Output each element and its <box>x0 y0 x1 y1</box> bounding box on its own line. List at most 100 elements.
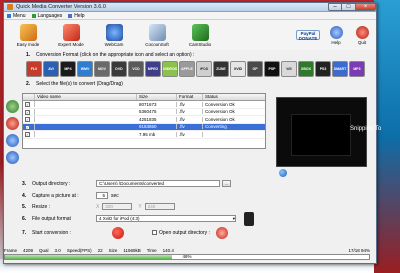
format-wii-icon[interactable]: WII <box>281 61 297 77</box>
play-icon[interactable] <box>279 169 287 177</box>
minimize-button[interactable]: – <box>328 3 342 11</box>
format-vcd-icon[interactable]: VCD <box>128 61 144 77</box>
expert-mode-button[interactable]: Expert Mode <box>51 23 91 47</box>
row-size: 5360475 <box>137 109 177 115</box>
format-ipod-icon[interactable]: iPOD <box>196 61 212 77</box>
table-row[interactable]: ✓ 5360475 .flv Conversion Ok <box>23 108 265 116</box>
format-mp3-icon[interactable]: MP3 <box>349 61 365 77</box>
file-settings-icon[interactable] <box>6 134 19 147</box>
row-format: .flv <box>177 116 203 122</box>
file-count: 17/18 94% <box>348 247 370 253</box>
format-mp4-icon[interactable]: MP4 <box>60 61 76 77</box>
power-icon <box>355 25 369 39</box>
row-size: 7.95 mb <box>137 131 177 137</box>
frame-label: Frame <box>4 247 18 253</box>
table-row[interactable]: ✓ 8071673 .flv Conversion Ok <box>23 101 265 109</box>
step2-label: Select the file(s) to convert (Drag/Drag… <box>36 80 123 87</box>
header-check <box>23 94 35 100</box>
format-xbox-icon[interactable]: XBOX <box>298 61 314 77</box>
add-file-icon[interactable] <box>6 100 19 113</box>
help-icon <box>68 13 73 18</box>
cocoonsoft-button[interactable]: CocoonSoft <box>137 23 177 47</box>
row-size: 8071673 <box>137 101 177 107</box>
camstudio-button[interactable]: CamStudio <box>180 23 220 47</box>
format-avi-icon[interactable]: AVI <box>43 61 59 77</box>
table-row[interactable]: ✓ 4251835 .flv Conversion Ok <box>23 116 265 124</box>
open-folder-icon[interactable] <box>215 226 228 239</box>
resize-y-field[interactable]: 240 <box>144 203 175 210</box>
step2-number: 2. <box>26 80 31 87</box>
format-xvid-icon[interactable]: XVID <box>230 61 246 77</box>
menu-icon <box>7 13 11 18</box>
format-smartphone-icon[interactable]: SMART <box>332 61 348 77</box>
quit-button[interactable]: Quit <box>352 25 372 45</box>
format-apple-icon[interactable]: APPLE <box>179 61 195 77</box>
expert-mode-label: Expert Mode <box>58 41 84 47</box>
output-format-select[interactable]: 4 XviD for iPod (4:3) ▾ <box>96 215 236 222</box>
webcam-button[interactable]: WebCam <box>94 23 134 47</box>
paypal-donate-button[interactable]: PayPal DONATE <box>296 30 320 41</box>
file-list[interactable]: Video name Size Format Status ✓ 8071673 … <box>22 93 266 149</box>
format-flv-icon[interactable]: FLV <box>26 61 42 77</box>
row-format: .flv <box>177 124 203 130</box>
row-status: Conversion Ok <box>205 109 235 115</box>
table-row-selected[interactable]: ✓ 9183860 .flv Converting <box>23 123 265 131</box>
step5-number: 5. <box>22 203 27 210</box>
row-status: Conversion Ok <box>205 101 235 107</box>
format-dvd-icon[interactable]: DVD <box>111 61 127 77</box>
easy-mode-button[interactable]: Easy mode <box>8 23 48 47</box>
capture-seconds-field[interactable]: 5 <box>96 192 108 199</box>
format-psp-icon[interactable]: PSP <box>264 61 280 77</box>
menu-label: Menu <box>13 12 26 19</box>
close-button[interactable]: × <box>356 3 376 11</box>
open-output-label: Open output directory : <box>159 229 210 236</box>
header-status[interactable]: Status <box>203 94 265 100</box>
progress-text: 46% <box>182 254 192 259</box>
menu-item-menu[interactable]: Menu <box>7 13 26 19</box>
format-mpeg-icon[interactable]: MPEG <box>145 61 161 77</box>
output-directory-field[interactable]: C:\Users\ \Documents\converted <box>96 180 220 187</box>
menu-label: Help <box>74 12 85 19</box>
progress-bar: 46% <box>4 254 370 260</box>
help-button[interactable]: Help <box>326 25 346 45</box>
desktop-sidebar <box>374 0 400 273</box>
header-format[interactable]: Format <box>177 94 203 100</box>
menu-item-languages[interactable]: Languages <box>31 13 62 19</box>
output-directory-row: 3. Output directory : C:\Users\ \Documen… <box>22 179 231 188</box>
resize-x-field[interactable]: 320 <box>102 203 133 210</box>
row-status: Conversion Ok <box>205 116 235 122</box>
row-checkbox[interactable]: ✓ <box>25 109 30 115</box>
row-checkbox[interactable]: ✓ <box>25 124 30 130</box>
remove-file-icon[interactable] <box>6 117 19 130</box>
row-format: .flv <box>177 109 203 115</box>
header-size[interactable]: Size <box>137 94 177 100</box>
format-wmv-icon[interactable]: WMV <box>77 61 93 77</box>
row-checkbox[interactable]: ✓ <box>25 102 30 108</box>
table-row[interactable]: ✓ 7.95 mb .flv <box>23 131 265 139</box>
easy-mode-icon <box>19 23 37 41</box>
start-conversion-button[interactable] <box>112 226 124 239</box>
toolbar: Easy mode Expert Mode WebCam CocoonSoft … <box>4 20 376 50</box>
format-3gp-icon[interactable]: GP <box>247 61 263 77</box>
format-zune-icon[interactable]: ZUNE <box>213 61 229 77</box>
maximize-button[interactable]: □ <box>342 3 356 11</box>
step1-label: Conversion Format (click on the appropri… <box>36 51 195 58</box>
menu-item-help[interactable]: Help <box>68 12 85 19</box>
row-checkbox[interactable]: ✓ <box>25 117 30 123</box>
header-video-name[interactable]: Video name <box>35 94 137 100</box>
format-android-icon[interactable]: ANDROID <box>162 61 178 77</box>
file-list-header: Video name Size Format Status <box>23 94 265 101</box>
format-mov-icon[interactable]: MOV <box>94 61 110 77</box>
help-label: Help <box>331 39 341 45</box>
open-output-checkbox[interactable] <box>152 230 157 235</box>
frame-value: 4209 <box>23 247 34 253</box>
languages-icon <box>31 13 36 18</box>
browse-button[interactable]: ... <box>222 180 231 187</box>
format-icons-row: FLV AVI MP4 WMV MOV DVD VCD MPEG ANDROID… <box>26 59 370 79</box>
format-ps3-icon[interactable]: PS3 <box>315 61 331 77</box>
info-icon[interactable] <box>6 151 19 164</box>
window-controls: – □ × <box>328 3 376 11</box>
step1-number: 1. <box>26 51 31 58</box>
step7-number: 7. <box>22 229 27 236</box>
row-checkbox[interactable]: ✓ <box>25 132 30 138</box>
